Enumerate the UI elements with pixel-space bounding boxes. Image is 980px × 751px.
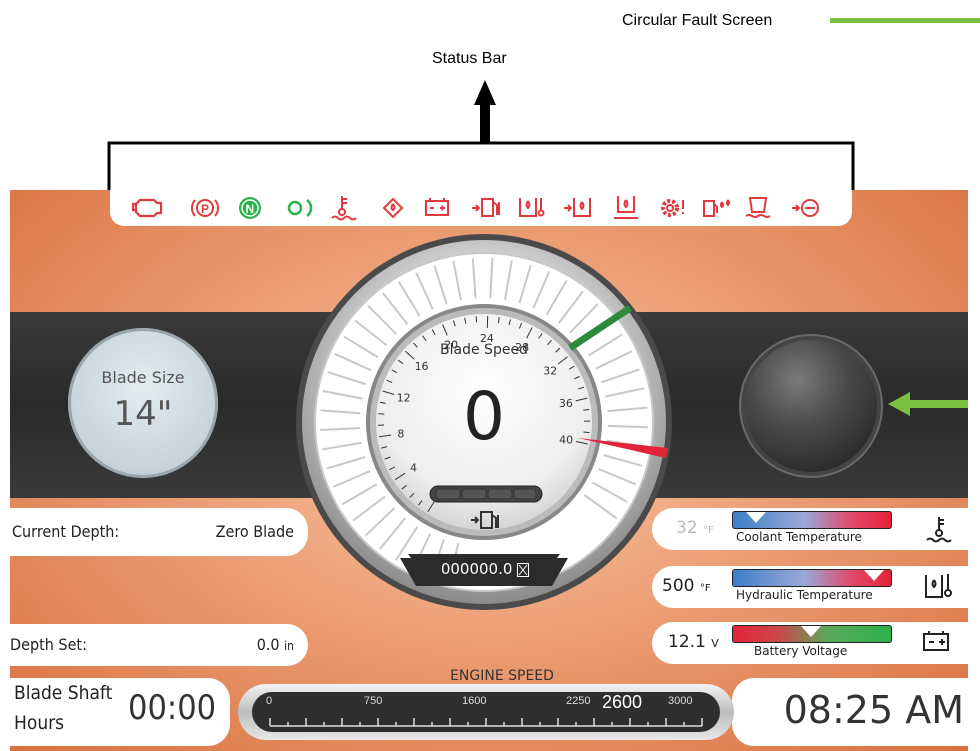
battery-voltage-unit: V: [711, 637, 719, 650]
blade-shaft-label-1: Blade Shaft: [14, 682, 113, 704]
status-bar-annotation-bracket: [107, 80, 855, 193]
engine-speed-tick-3000: 3000: [668, 695, 693, 707]
engine-speed-tick-0: 0: [266, 695, 273, 707]
battery-voltage-marker: [801, 626, 821, 637]
engine-speed-value: 2600: [602, 692, 643, 712]
gauge-tick-label: 12: [397, 391, 411, 404]
svg-text:P: P: [201, 202, 209, 216]
battery-icon[interactable]: [425, 198, 449, 216]
engine-speed-bar: 0 750 1600 2250 2600 3000: [252, 692, 720, 732]
engine-speed-tick-1600: 1600: [462, 695, 487, 707]
gear-warning-icon[interactable]: [661, 199, 684, 217]
coolant-temp-marker: [745, 512, 766, 523]
gauge-tick: [583, 431, 590, 434]
blade-size-value: 14": [113, 394, 173, 434]
gauge-tick-label: 8: [397, 428, 404, 441]
svg-text:N: N: [246, 202, 255, 216]
gauge-segment: [607, 424, 648, 429]
oil-pressure-icon[interactable]: [382, 197, 404, 219]
depth-set-value: 0.0 in: [257, 635, 294, 654]
gauge-tick-label: 40: [559, 433, 573, 446]
blade-speed-gauge: 0481216202428323640 Blade Speed 0 000000…: [290, 228, 678, 616]
hydraulic-temp-unit: °F: [699, 583, 711, 594]
blade-size-dial: Blade Size 14": [68, 328, 218, 478]
gauge-tick-label: 36: [559, 397, 573, 410]
engine-speed-title: ENGINE SPEED: [450, 668, 554, 684]
depth-set-number: 0.0: [256, 635, 280, 654]
circular-fault-annotation-label: Circular Fault Screen: [622, 12, 773, 29]
depth-set-unit: in: [284, 639, 294, 653]
hydraulic-temp-icon: [925, 574, 952, 598]
status-bar: P N: [110, 190, 852, 226]
engine-speed-tick-750: 750: [364, 695, 383, 707]
blade-speed-value: 0: [463, 378, 505, 455]
clock-panel: 08:25 AM: [732, 678, 968, 746]
battery-voltage-value: 12.1 V: [668, 632, 719, 652]
neutral-icon[interactable]: N: [239, 197, 261, 219]
battery-voltage-panel: 12.1 V Battery Voltage: [652, 622, 968, 664]
headlight-icon[interactable]: [287, 199, 313, 217]
odometer: 000000.0: [430, 560, 540, 578]
blade-size-label: Blade Size: [101, 368, 185, 387]
coolant-temp-panel: 32 °F Coolant Temperature: [652, 508, 968, 550]
current-depth-value: Zero Blade: [215, 522, 294, 541]
check-engine-icon[interactable]: [131, 198, 163, 218]
depth-set-label: Depth Set:: [10, 635, 87, 654]
hydraulic-temp-marker: [864, 570, 885, 581]
hydraulic-level-icon[interactable]: [614, 196, 638, 219]
water-level-icon[interactable]: [745, 197, 771, 218]
blade-shaft-hours-panel: Blade Shaft Hours 00:00: [10, 678, 230, 746]
battery-voltage-label: Battery Voltage: [754, 644, 848, 658]
coolant-temp-icon: [926, 517, 952, 543]
hydraulic-temp-label: Hydraulic Temperature: [736, 588, 873, 602]
circular-fault-annotation-line: [830, 18, 980, 23]
hydraulic-temp-icon[interactable]: [519, 198, 545, 217]
odometer-value: 000000.0: [440, 560, 513, 578]
coolant-temp-label: Coolant Temperature: [736, 530, 862, 544]
battery-icon-right: [923, 631, 949, 651]
battery-voltage-number: 12.1: [668, 632, 706, 652]
engine-speed-tick-2250: 2250: [566, 695, 591, 707]
coolant-temp-icon[interactable]: [331, 196, 357, 221]
blade-shaft-label-2: Hours: [14, 712, 65, 734]
clock: 08:25 AM: [783, 688, 964, 732]
fuel-filter-icon[interactable]: [703, 199, 730, 217]
status-bar-annotation-label: Status Bar: [432, 50, 507, 67]
coolant-temp-number: 32: [676, 518, 698, 538]
coolant-temp-value: 32 °F: [676, 518, 714, 538]
blade-shaft-value: 00:00: [128, 688, 217, 728]
circular-fault-screen[interactable]: [745, 340, 877, 472]
parking-brake-icon[interactable]: P: [191, 199, 219, 217]
fuel-icon[interactable]: [472, 198, 500, 217]
coolant-temp-unit: °F: [703, 525, 714, 536]
depth-set-panel[interactable]: Depth Set: 0.0 in: [10, 624, 308, 666]
hydraulic-temp-panel: 500 °F Hydraulic Temperature: [652, 566, 968, 608]
gauge-tick-label: 16: [415, 360, 429, 373]
current-depth-panel: Current Depth: Zero Blade: [10, 508, 308, 556]
hourglass-icon: [517, 562, 530, 577]
engine-speed-frame: 0 750 1600 2250 2600 3000: [238, 684, 734, 740]
oil-level-icon[interactable]: [792, 199, 819, 217]
gauge-tick-label: 32: [543, 364, 557, 377]
hydraulic-pressure-icon[interactable]: [564, 198, 591, 217]
gauge-tick-label: 4: [410, 462, 417, 475]
gauge-tick: [583, 409, 590, 411]
current-depth-label: Current Depth:: [12, 522, 120, 541]
fault-annotation-arrow: [888, 392, 968, 416]
blade-speed-label: Blade Speed: [440, 342, 528, 358]
dashboard-screen: P N Blade Size 14" Current Depth: Zero B…: [10, 190, 968, 751]
